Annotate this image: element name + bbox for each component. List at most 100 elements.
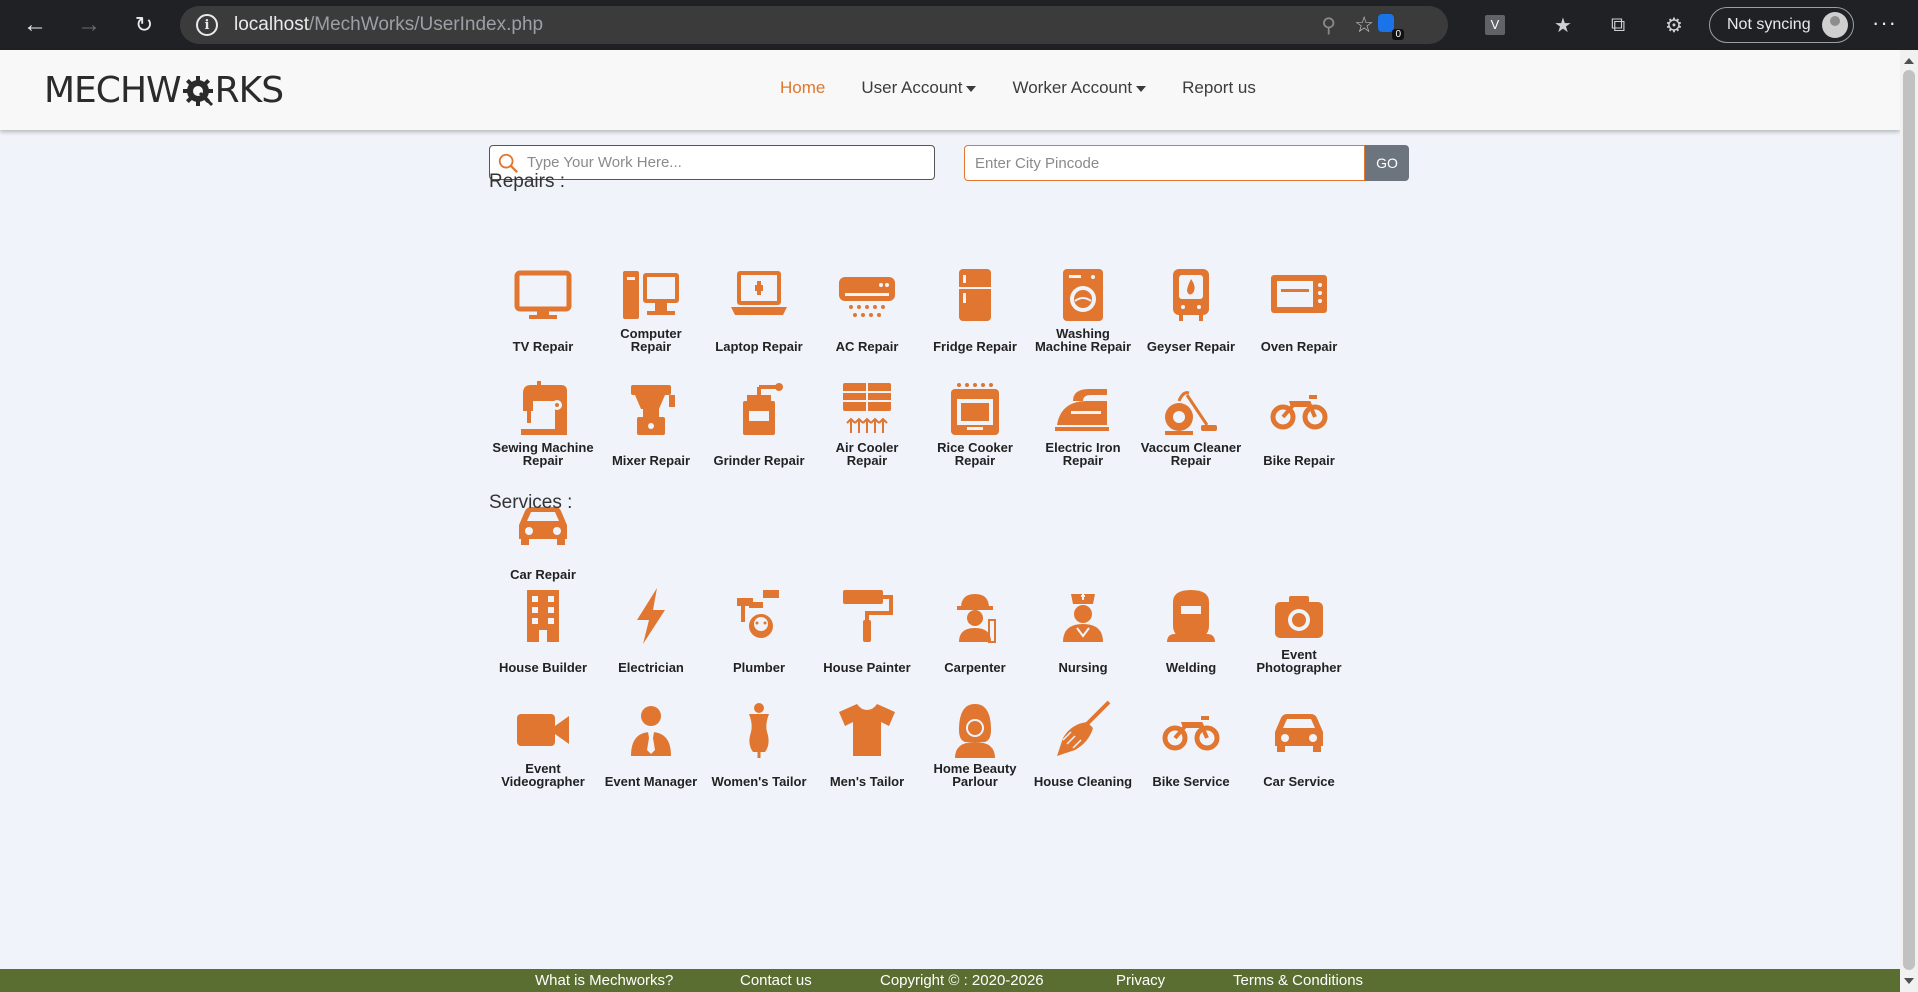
- repair-card[interactable]: Oven Repair: [1245, 249, 1353, 363]
- site-navbar: MECHW RKS Home User Account Worker Accou…: [0, 50, 1900, 130]
- repair-card[interactable]: Laptop Repair: [705, 249, 813, 363]
- reload-icon[interactable]: ↻: [124, 5, 164, 45]
- service-card[interactable]: Event Videographer: [489, 684, 597, 798]
- service-card[interactable]: Nursing: [1029, 570, 1137, 684]
- service-card[interactable]: Welding: [1137, 570, 1245, 684]
- repair-label: Geyser Repair: [1146, 339, 1236, 354]
- profile-switch-icon[interactable]: ⚙: [1665, 0, 1683, 50]
- address-bar[interactable]: i localhost/MechWorks/UserIndex.php ⚲ ☆: [180, 6, 1448, 44]
- repair-card[interactable]: Grinder Repair: [705, 363, 813, 477]
- mixer-icon: [619, 377, 683, 441]
- plumber-icon: [727, 584, 791, 648]
- repair-card[interactable]: Geyser Repair: [1137, 249, 1245, 363]
- go-button[interactable]: GO: [1365, 145, 1409, 181]
- page: MECHW RKS Home User Account Worker Accou…: [0, 50, 1900, 992]
- footer-contact-link[interactable]: Contact us: [740, 972, 812, 989]
- lightning-icon: [619, 584, 683, 648]
- repair-card[interactable]: TV Repair: [489, 249, 597, 363]
- repair-label: Washing Machine Repair: [1034, 326, 1132, 354]
- favorites-icon[interactable]: ★: [1554, 0, 1572, 50]
- nav-home[interactable]: Home: [780, 78, 825, 98]
- footer-terms-link[interactable]: Terms & Conditions: [1233, 972, 1363, 989]
- pincode-input[interactable]: [975, 154, 1364, 172]
- service-label: Carpenter: [944, 660, 1006, 675]
- broom-icon: [1051, 698, 1115, 762]
- nav-worker-account[interactable]: Worker Account: [1012, 78, 1147, 98]
- service-label: Car Service: [1263, 774, 1335, 789]
- collections-icon[interactable]: ⧉: [1611, 0, 1625, 50]
- repair-label: Vaccum Cleaner Repair: [1140, 440, 1242, 468]
- caret-down-icon: [1136, 85, 1147, 92]
- sync-button[interactable]: Not syncing: [1709, 7, 1854, 43]
- nav-report-us[interactable]: Report us: [1182, 78, 1256, 98]
- service-card[interactable]: Bike Service: [1137, 684, 1245, 798]
- add-favorite-icon[interactable]: ☆: [1354, 12, 1374, 38]
- repair-card[interactable]: Air Cooler Repair: [813, 363, 921, 477]
- repair-card[interactable]: Sewing Machine Repair: [489, 363, 597, 477]
- service-label: Bike Service: [1152, 774, 1230, 789]
- footer-copyright: Copyright © : 2020-2026: [880, 972, 1044, 989]
- dress-form-icon: [727, 698, 791, 762]
- scroll-up-icon[interactable]: [1904, 58, 1914, 64]
- paint-roller-icon: [835, 584, 899, 648]
- service-card[interactable]: Plumber: [705, 570, 813, 684]
- service-card[interactable]: Women's Tailor: [705, 684, 813, 798]
- repair-card[interactable]: Washing Machine Repair: [1029, 249, 1137, 363]
- service-label: Women's Tailor: [711, 774, 807, 789]
- service-label: House Builder: [498, 660, 588, 675]
- repair-card[interactable]: Bike Repair: [1245, 363, 1353, 477]
- beauty-icon: [943, 698, 1007, 762]
- more-menu-icon[interactable]: ···: [1872, 10, 1897, 36]
- camera-icon: [1267, 584, 1331, 648]
- extension-icon[interactable]: 0: [1378, 14, 1404, 40]
- fridge-icon: [943, 263, 1007, 327]
- info-icon[interactable]: i: [196, 14, 218, 36]
- repair-label: Air Cooler Repair: [835, 440, 899, 468]
- service-card[interactable]: Event Manager: [597, 684, 705, 798]
- tshirt-icon: [835, 698, 899, 762]
- caret-down-icon: [966, 85, 977, 92]
- repair-card[interactable]: Mixer Repair: [597, 363, 705, 477]
- repair-label: Sewing Machine Repair: [492, 440, 594, 468]
- repair-card[interactable]: AC Repair: [813, 249, 921, 363]
- footer-what-link[interactable]: What is Mechworks?: [535, 972, 673, 989]
- repair-card[interactable]: Vaccum Cleaner Repair: [1137, 363, 1245, 477]
- air-cooler-icon: [835, 377, 899, 441]
- forward-arrow-icon[interactable]: →: [69, 5, 109, 45]
- scroll-down-icon[interactable]: [1904, 978, 1914, 984]
- service-card[interactable]: House Cleaning: [1029, 684, 1137, 798]
- service-card[interactable]: Car Service: [1245, 684, 1353, 798]
- nav-user-account[interactable]: User Account: [861, 78, 977, 98]
- car-icon: [1267, 698, 1331, 762]
- welding-mask-icon: [1159, 584, 1223, 648]
- scroll-thumb[interactable]: [1903, 70, 1915, 970]
- services-grid: House Builder Electrician Plumber House Pai…: [489, 570, 1353, 798]
- back-arrow-icon[interactable]: ←: [15, 5, 55, 45]
- repair-label: Grinder Repair: [713, 453, 805, 468]
- service-card[interactable]: House Builder: [489, 570, 597, 684]
- building-icon: [511, 584, 575, 648]
- extension-v-icon[interactable]: V: [1485, 15, 1505, 35]
- footer-privacy-link[interactable]: Privacy: [1116, 972, 1165, 989]
- url-text[interactable]: localhost/MechWorks/UserIndex.php: [234, 14, 543, 36]
- repair-card[interactable]: Computer Repair: [597, 249, 705, 363]
- service-card[interactable]: Electrician: [597, 570, 705, 684]
- service-card[interactable]: Event Photographer: [1245, 570, 1353, 684]
- repair-label: Bike Repair: [1263, 453, 1335, 468]
- scrollbar[interactable]: [1900, 50, 1918, 992]
- site-logo[interactable]: MECHW RKS: [44, 70, 284, 111]
- footer: What is Mechworks? Contact us Copyright …: [0, 969, 1900, 992]
- pincode-box[interactable]: [964, 145, 1365, 181]
- repair-card[interactable]: Fridge Repair: [921, 249, 1029, 363]
- repair-card[interactable]: Electric Iron Repair: [1029, 363, 1137, 477]
- video-camera-icon: [511, 698, 575, 762]
- service-card[interactable]: Men's Tailor: [813, 684, 921, 798]
- service-card[interactable]: Home Beauty Parlour: [921, 684, 1029, 798]
- service-card[interactable]: House Painter: [813, 570, 921, 684]
- service-label: Nursing: [1058, 660, 1108, 675]
- service-card[interactable]: Carpenter: [921, 570, 1029, 684]
- computer-icon: [619, 263, 683, 327]
- repair-card[interactable]: Rice Cooker Repair: [921, 363, 1029, 477]
- zoom-icon[interactable]: ⚲: [1321, 13, 1336, 38]
- work-search-input[interactable]: [527, 154, 934, 171]
